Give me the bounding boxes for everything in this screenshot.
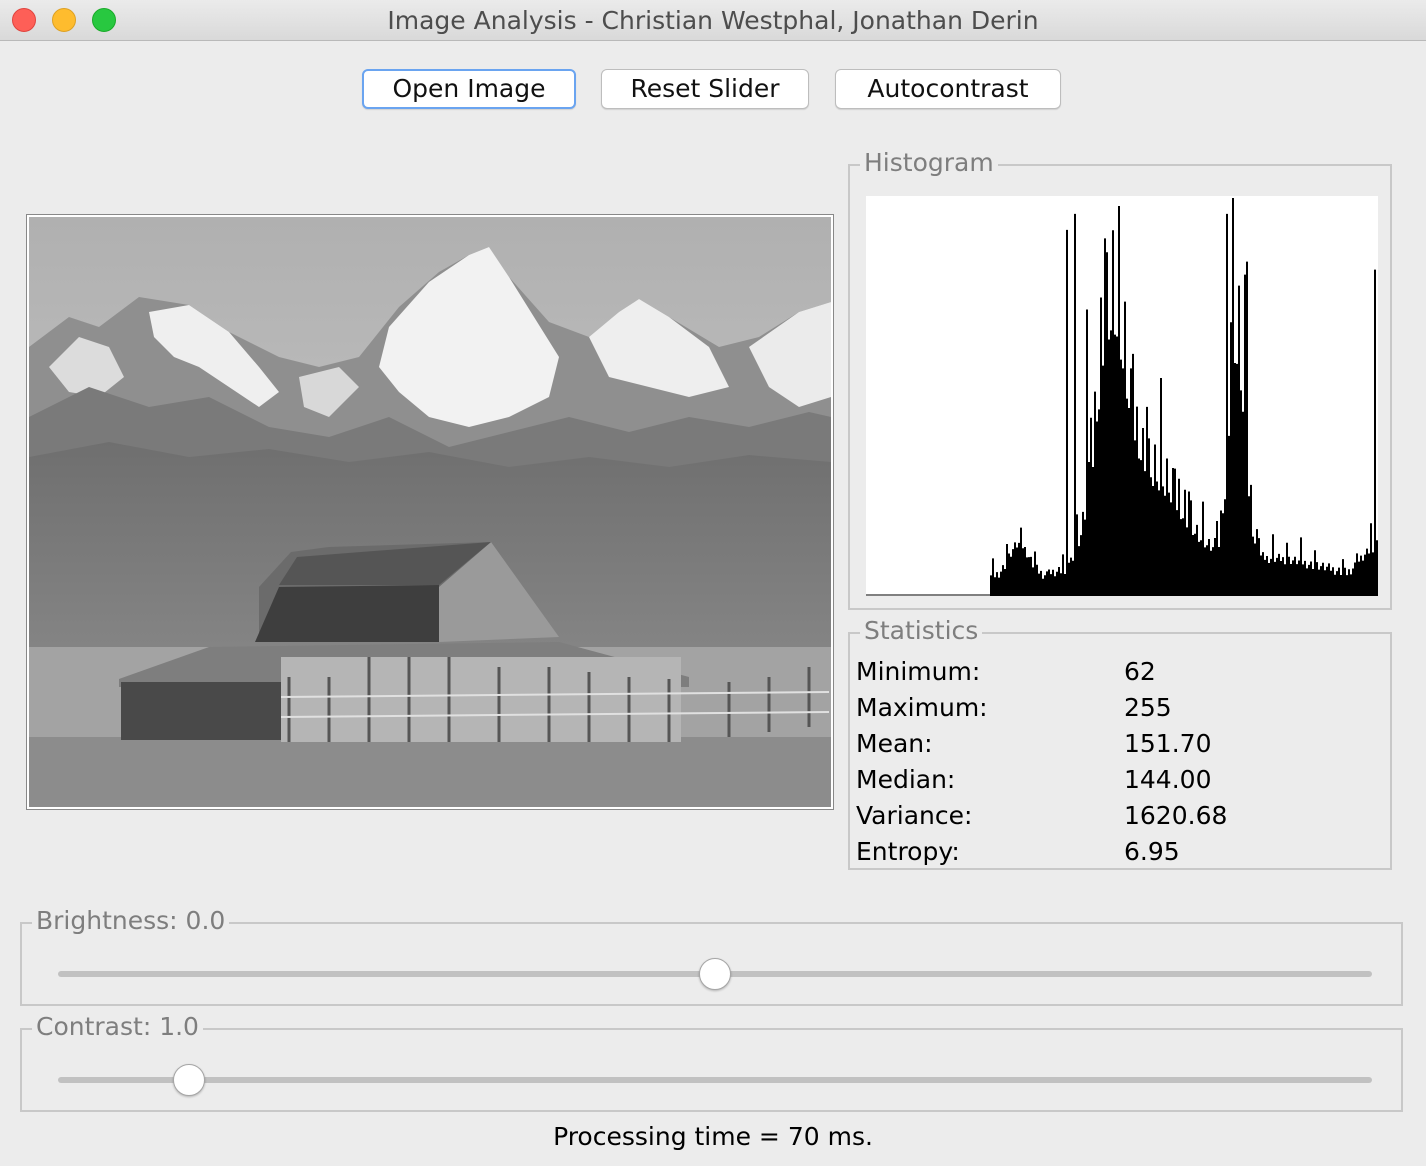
image-view xyxy=(29,217,831,807)
stat-row-median: Median: 144.00 xyxy=(856,762,1386,798)
stat-row-variance: Variance: 1620.68 xyxy=(856,798,1386,834)
contrast-slider-track[interactable] xyxy=(58,1077,1372,1083)
stat-row-maximum: Maximum: 255 xyxy=(856,690,1386,726)
window-title: Image Analysis - Christian Westphal, Jon… xyxy=(387,6,1039,35)
stat-row-minimum: Minimum: 62 xyxy=(856,654,1386,690)
stat-value: 1620.68 xyxy=(1124,801,1228,830)
stat-row-entropy: Entropy: 6.95 xyxy=(856,834,1386,870)
contrast-slider-thumb[interactable] xyxy=(173,1064,206,1096)
histogram-plot xyxy=(866,196,1378,596)
histogram-title: Histogram xyxy=(860,148,998,178)
brightness-label: Brightness: 0.0 xyxy=(32,906,230,936)
stat-value: 62 xyxy=(1124,657,1156,686)
open-image-button[interactable]: Open Image xyxy=(362,69,576,109)
statistics-title: Statistics xyxy=(860,616,983,646)
reset-slider-button[interactable]: Reset Slider xyxy=(601,69,809,109)
stat-label: Mean: xyxy=(856,729,933,758)
brightness-slider-thumb[interactable] xyxy=(699,958,731,990)
title-bar: Image Analysis - Christian Westphal, Jon… xyxy=(0,0,1426,41)
autocontrast-button[interactable]: Autocontrast xyxy=(835,69,1061,109)
stat-label: Entropy: xyxy=(856,837,960,866)
stat-value: 6.95 xyxy=(1124,837,1180,866)
stat-row-mean: Mean: 151.70 xyxy=(856,726,1386,762)
statistics-panel: Statistics Minimum: 62 Maximum: 255 Mean… xyxy=(848,616,1392,870)
stat-label: Variance: xyxy=(856,801,973,830)
histogram-panel: Histogram xyxy=(848,148,1392,610)
stat-value: 144.00 xyxy=(1124,765,1212,794)
stat-label: Maximum: xyxy=(856,693,988,722)
contrast-panel: Contrast: 1.0 xyxy=(20,1012,1403,1112)
image-panel xyxy=(26,214,834,810)
histogram-bars xyxy=(866,206,1378,596)
processing-time-status: Processing time = 70 ms. xyxy=(553,1122,873,1151)
stat-value: 255 xyxy=(1124,693,1172,722)
contrast-label: Contrast: 1.0 xyxy=(32,1012,203,1042)
brightness-panel: Brightness: 0.0 xyxy=(20,906,1403,1006)
stat-value: 151.70 xyxy=(1124,729,1212,758)
stat-label: Median: xyxy=(856,765,956,794)
stat-label: Minimum: xyxy=(856,657,981,686)
